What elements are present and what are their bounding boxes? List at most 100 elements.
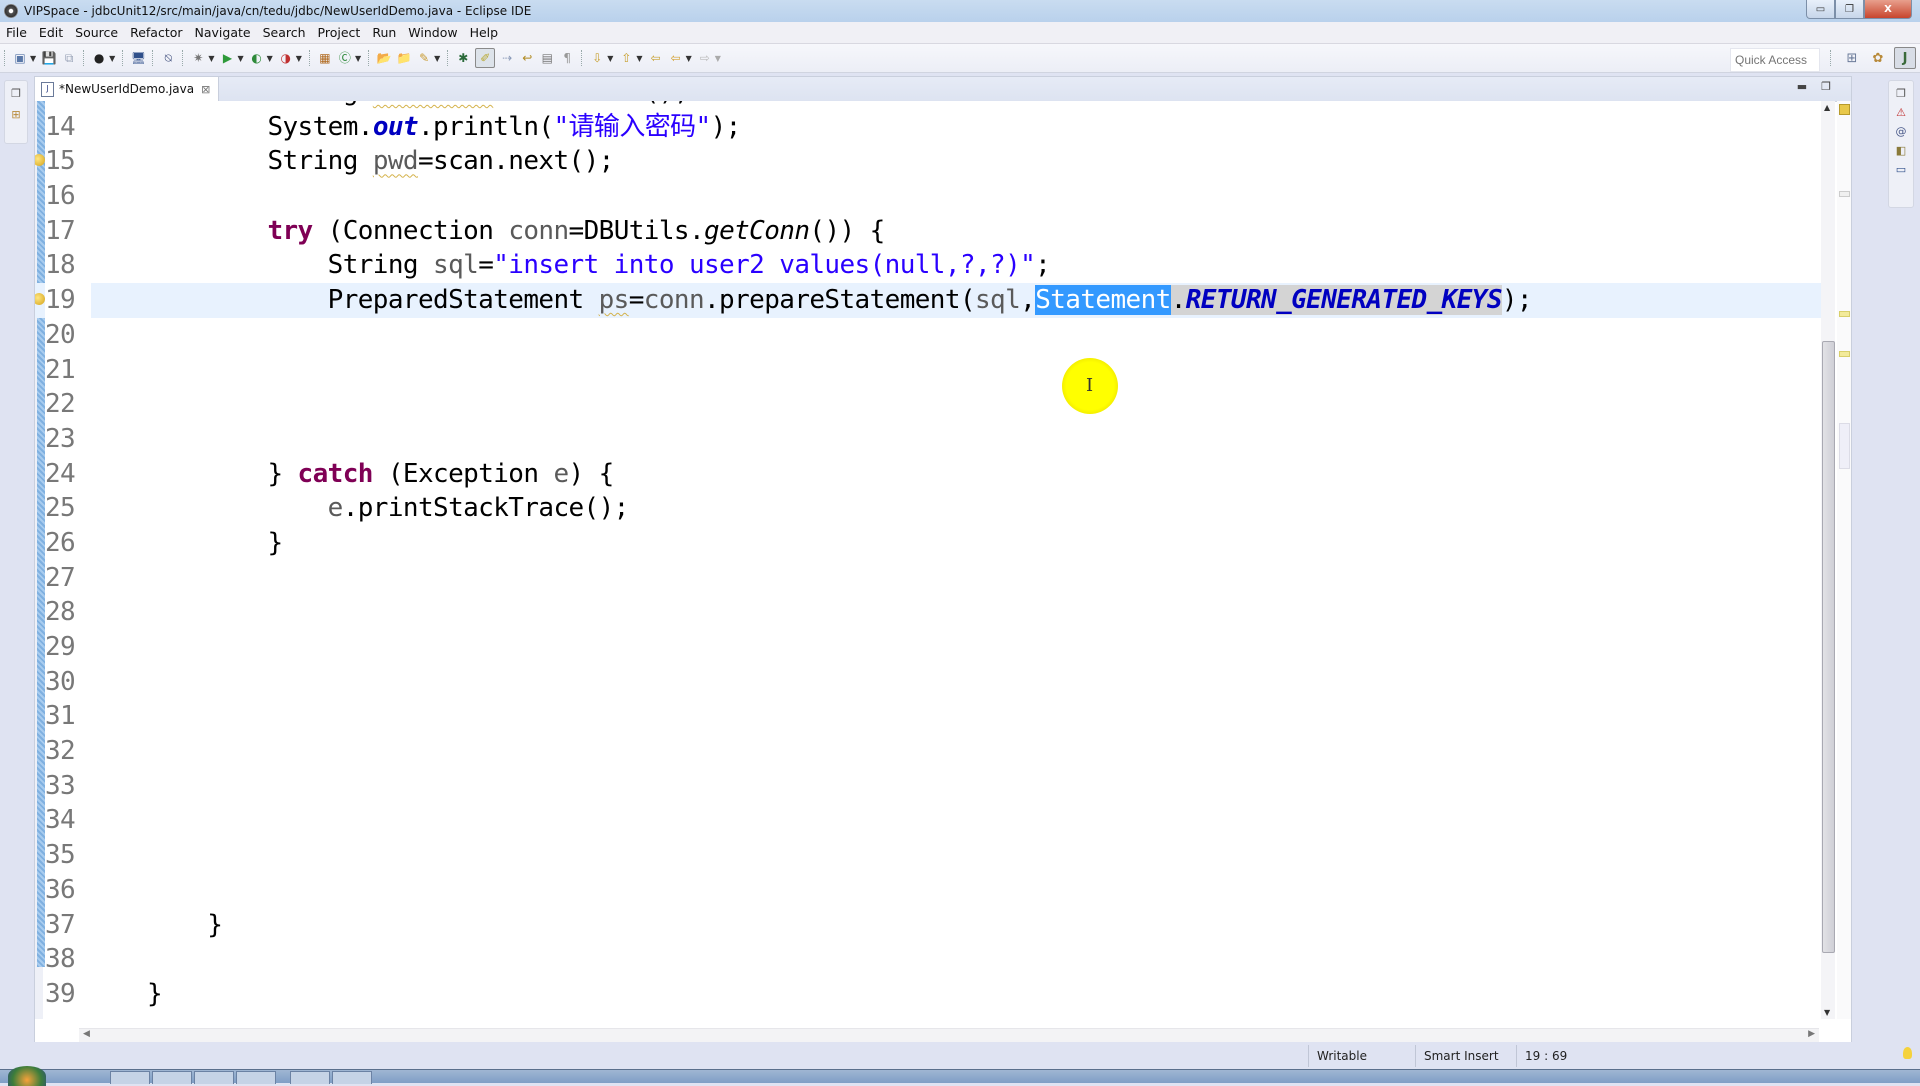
coverage-dropdown-icon[interactable]: ▼ (267, 54, 273, 63)
menu-navigate[interactable]: Navigate (189, 25, 257, 40)
search-dropdown-icon[interactable]: ▼ (434, 54, 440, 63)
scroll-left-icon[interactable]: ◀ (83, 1029, 90, 1039)
overview-marker[interactable] (1839, 311, 1850, 317)
menu-file[interactable]: File (0, 25, 33, 40)
new-icon[interactable]: ▣ (12, 50, 28, 66)
open-type-icon[interactable]: 📂 (376, 50, 392, 66)
overview-ruler[interactable] (1837, 101, 1851, 1019)
menu-edit[interactable]: Edit (33, 25, 69, 40)
overview-marker[interactable] (1839, 423, 1850, 469)
scroll-right-icon[interactable]: ▶ (1808, 1029, 1815, 1039)
word-wrap-icon[interactable]: ↩ (519, 50, 535, 66)
taskbar-button[interactable] (110, 1071, 150, 1084)
skip-breakpoints-icon[interactable]: ⍉ (160, 50, 176, 66)
mark-occurrences-icon[interactable]: ✐ (475, 48, 496, 68)
menu-project[interactable]: Project (312, 25, 367, 40)
code-token: ps (598, 285, 630, 316)
block-selection-icon[interactable]: ⇢ (499, 50, 515, 66)
maximize-editor-icon[interactable]: ❐ (1821, 80, 1831, 93)
maximize-button[interactable]: ❐ (1835, 0, 1864, 19)
scroll-up-icon[interactable]: ▲ (1824, 103, 1830, 112)
toggle-annotation-icon[interactable]: ✱ (455, 50, 471, 66)
code-line: 33 (35, 769, 1833, 804)
menu-bar: File Edit Source Refactor Navigate Searc… (0, 22, 1920, 44)
profile-dropdown-icon[interactable]: ▼ (109, 54, 115, 63)
search-icon[interactable]: ✎ (416, 50, 432, 66)
show-whitespace-icon[interactable]: ▤ (539, 50, 555, 66)
code-viewport[interactable]: 13 String username=scan.next();14 System… (35, 101, 1833, 1019)
coverage-icon[interactable]: ◐ (249, 50, 265, 66)
menu-source[interactable]: Source (69, 25, 124, 40)
problems-icon[interactable]: ⚠ (1896, 106, 1906, 119)
taskbar-button[interactable] (290, 1071, 330, 1084)
external-tools-icon[interactable]: ◑ (278, 50, 294, 66)
scroll-down-icon[interactable]: ▼ (1824, 1008, 1830, 1017)
console-icon[interactable]: 🖥 (130, 50, 146, 66)
code-token: e (553, 458, 569, 489)
declaration-icon[interactable]: ◧ (1896, 144, 1906, 157)
next-annotation-icon[interactable]: ⇩ (589, 50, 605, 66)
menu-run[interactable]: Run (366, 25, 402, 40)
code-token: . (1170, 285, 1186, 316)
minimize-editor-icon[interactable]: ▬ (1797, 80, 1807, 93)
taskbar-button[interactable] (194, 1071, 234, 1084)
line-number: 25 (45, 493, 76, 524)
line-number: 23 (45, 423, 76, 454)
save-all-icon[interactable]: ⧉ (61, 50, 77, 66)
pilcrow-icon[interactable]: ¶ (559, 50, 575, 66)
open-task-icon[interactable]: 📁 (396, 50, 412, 66)
overview-marker[interactable] (1839, 191, 1850, 197)
forward-dropdown-icon[interactable]: ▼ (715, 54, 721, 63)
scrollbar-thumb[interactable] (1822, 341, 1835, 953)
run-icon[interactable]: ▶ (219, 50, 235, 66)
menu-refactor[interactable]: Refactor (124, 25, 188, 40)
code-line: 17 try (Connection conn=DBUtils.getConn(… (35, 214, 1833, 249)
taskbar-button[interactable] (152, 1071, 192, 1084)
previous-annotation-icon[interactable]: ⇧ (618, 50, 634, 66)
taskbar-button[interactable] (332, 1071, 372, 1084)
new-class-dropdown-icon[interactable]: ▼ (355, 54, 361, 63)
back-icon[interactable]: ⇦ (668, 50, 684, 66)
restore-icon[interactable]: ❐ (11, 87, 21, 100)
debug-icon[interactable]: ✷ (190, 50, 206, 66)
close-button[interactable]: X (1864, 0, 1912, 19)
console-view-icon[interactable]: ▭ (1896, 163, 1906, 176)
next-annotation-dropdown-icon[interactable]: ▼ (607, 54, 613, 63)
profile-icon[interactable]: ● (91, 50, 107, 66)
minimize-button[interactable]: ▭ (1806, 0, 1835, 19)
new-dropdown-icon[interactable]: ▼ (30, 54, 36, 63)
javadoc-icon[interactable]: @ (1896, 125, 1907, 138)
menu-search[interactable]: Search (257, 25, 312, 40)
new-class-icon[interactable]: Ⓒ (337, 50, 353, 66)
horizontal-scrollbar[interactable]: ◀ ▶ (79, 1028, 1819, 1043)
lightbulb-icon[interactable] (1903, 1047, 1912, 1059)
debug-perspective-icon[interactable]: ✿ (1868, 48, 1888, 68)
editor-tab-newuseriddemo[interactable]: J *NewUserIdDemo.java ⊠ (35, 77, 220, 101)
forward-icon[interactable]: ⇨ (697, 50, 713, 66)
vertical-scrollbar[interactable]: ▲ ▼ (1821, 101, 1835, 1019)
package-explorer-icon[interactable]: ⊞ (11, 108, 20, 121)
window-title: VIPSpace - jdbcUnit12/src/main/java/cn/t… (24, 4, 532, 18)
save-icon[interactable]: 💾 (41, 50, 57, 66)
line-number: 33 (45, 770, 76, 801)
external-tools-dropdown-icon[interactable]: ▼ (296, 54, 302, 63)
restore-icon[interactable]: ❐ (1896, 87, 1906, 100)
menu-help[interactable]: Help (464, 25, 505, 40)
java-perspective-icon[interactable]: J (1894, 47, 1916, 69)
start-button[interactable] (8, 1066, 46, 1086)
debug-dropdown-icon[interactable]: ▼ (208, 54, 214, 63)
previous-annotation-dropdown-icon[interactable]: ▼ (636, 54, 642, 63)
back-dropdown-icon[interactable]: ▼ (686, 54, 692, 63)
quick-access-input[interactable] (1730, 48, 1820, 72)
run-dropdown-icon[interactable]: ▼ (237, 54, 243, 63)
open-perspective-icon[interactable]: ⊞ (1842, 48, 1862, 68)
menu-window[interactable]: Window (402, 25, 463, 40)
new-package-icon[interactable]: ▦ (317, 50, 333, 66)
close-tab-icon[interactable]: ⊠ (201, 83, 210, 96)
last-edit-location-icon[interactable]: ⇦ (648, 50, 664, 66)
taskbar-button[interactable] (236, 1071, 276, 1084)
line-number: 19 (45, 283, 91, 318)
overview-warning-summary[interactable] (1839, 104, 1850, 115)
overview-marker[interactable] (1839, 351, 1850, 357)
